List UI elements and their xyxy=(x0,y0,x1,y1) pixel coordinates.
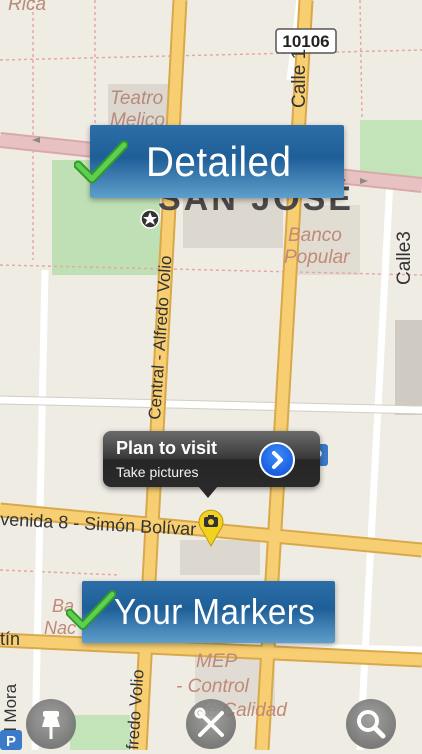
marker-callout[interactable]: Plan to visit Take pictures xyxy=(103,431,320,487)
street-label-calle3: Calle3 xyxy=(394,231,415,285)
poi-label-banco: Banco xyxy=(288,225,342,246)
park-area xyxy=(70,715,130,750)
chevron-right-icon xyxy=(272,451,283,469)
poi-label-popular: Popular xyxy=(284,247,350,268)
poi-label-mep: MEP xyxy=(196,651,238,672)
callout-title: Plan to visit xyxy=(116,438,218,458)
capital-star-icon xyxy=(140,209,160,229)
tools-button[interactable] xyxy=(186,699,236,749)
street-label-calle1: Calle 1 xyxy=(289,49,310,108)
detailed-banner-label: Detailed xyxy=(146,137,292,185)
route-shield-label: 10106 xyxy=(282,32,329,51)
camera-pin-icon[interactable] xyxy=(196,508,226,548)
poi-label-teatro: Teatro xyxy=(110,88,163,109)
svg-text:P: P xyxy=(6,733,16,750)
pushpin-icon xyxy=(42,711,60,739)
your-markers-banner: Your Markers xyxy=(82,581,335,643)
disclosure-button[interactable] xyxy=(259,442,295,478)
search-icon xyxy=(357,710,386,739)
callout-tail xyxy=(198,486,218,498)
search-button[interactable] xyxy=(346,699,396,749)
building-block xyxy=(395,320,422,415)
checkmark-icon xyxy=(66,590,116,630)
tools-icon xyxy=(194,707,224,737)
poi-label-control: - Control xyxy=(176,676,250,697)
parking-icon: P xyxy=(0,730,22,750)
checkmark-icon xyxy=(74,140,128,184)
map-label-rica: Rica xyxy=(8,0,46,15)
park-area xyxy=(360,120,422,180)
your-markers-banner-label: Your Markers xyxy=(114,591,316,632)
street-label-tin: tín xyxy=(0,629,20,649)
pushpin-button[interactable] xyxy=(26,699,76,749)
callout-subtitle: Take pictures xyxy=(116,464,199,480)
detailed-banner: Detailed xyxy=(90,125,344,198)
